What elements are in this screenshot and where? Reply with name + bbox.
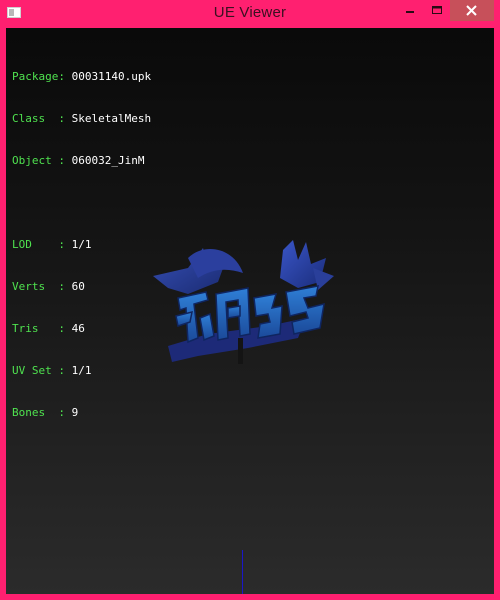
- info-value-uvset: 1/1: [71, 364, 92, 377]
- info-label-object: Object :: [12, 154, 65, 167]
- info-label-bones: Bones :: [12, 406, 65, 419]
- info-value-package: 00031140.upk: [71, 70, 152, 83]
- close-button[interactable]: [450, 0, 494, 21]
- ue-viewer-window: UE Viewer Package: 00031140.upk Class : …: [0, 0, 500, 600]
- minimize-icon: [406, 11, 414, 13]
- info-label-tris: Tris :: [12, 322, 65, 335]
- maximize-icon: [432, 6, 442, 14]
- close-icon: [466, 5, 477, 16]
- info-value-tris: 46: [71, 322, 85, 335]
- info-row-object: Object : 060032_JinM: [12, 154, 151, 168]
- info-row-tris: Tris : 46: [12, 322, 151, 336]
- mesh-info-panel: Package: 00031140.upk Class : SkeletalMe…: [12, 42, 151, 448]
- info-row-uvset: UV Set : 1/1: [12, 364, 151, 378]
- z-axis-line: [242, 550, 243, 594]
- info-value-bones: 9: [71, 406, 79, 419]
- info-value-class: SkeletalMesh: [71, 112, 152, 125]
- info-value-object: 060032_JinM: [71, 154, 145, 167]
- info-label-verts: Verts :: [12, 280, 65, 293]
- 3d-viewport[interactable]: Package: 00031140.upk Class : SkeletalMe…: [6, 28, 494, 594]
- info-label-uvset: UV Set :: [12, 364, 65, 377]
- info-value-lod: 1/1: [71, 238, 92, 251]
- info-label-class: Class :: [12, 112, 65, 125]
- calligraphy-logo-mesh: [153, 240, 334, 364]
- minimize-button[interactable]: [398, 0, 422, 21]
- info-row-class: Class : SkeletalMesh: [12, 112, 151, 126]
- info-row-verts: Verts : 60: [12, 280, 151, 294]
- title-bar[interactable]: UE Viewer: [0, 0, 500, 27]
- info-label-lod: LOD :: [12, 238, 65, 251]
- maximize-button[interactable]: [425, 0, 449, 21]
- info-row-lod: LOD : 1/1: [12, 238, 151, 252]
- info-row-package: Package: 00031140.upk: [12, 70, 151, 84]
- info-row-bones: Bones : 9: [12, 406, 151, 420]
- info-value-verts: 60: [71, 280, 85, 293]
- info-label-package: Package:: [12, 70, 65, 83]
